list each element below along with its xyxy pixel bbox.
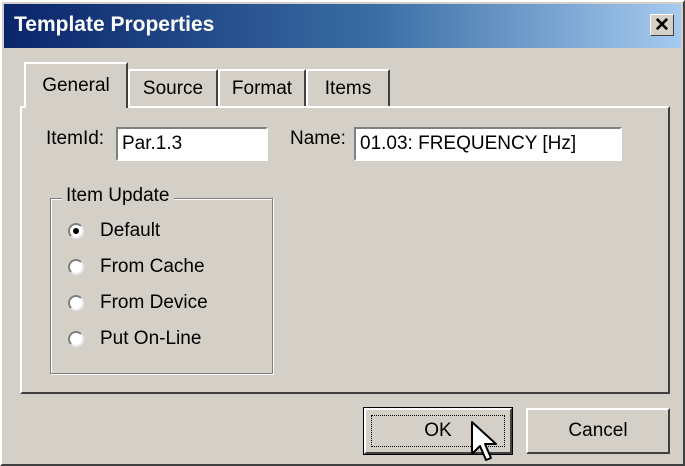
close-button[interactable]: ✕	[650, 14, 674, 36]
item-update-legend: Item Update	[62, 185, 174, 207]
tab-format[interactable]: Format	[218, 69, 306, 107]
radio-put-online[interactable]: Put On-Line	[68, 327, 201, 351]
close-icon: ✕	[654, 14, 670, 36]
tab-general[interactable]: General	[24, 62, 128, 108]
tab-format-label: Format	[231, 78, 293, 99]
radio-from-cache-label: From Cache	[100, 256, 205, 277]
cancel-button-label: Cancel	[568, 420, 628, 441]
tab-items[interactable]: Items	[306, 69, 390, 107]
radio-unselected-icon	[68, 295, 84, 311]
radio-from-device-label: From Device	[100, 292, 208, 313]
radio-selected-icon	[68, 223, 84, 239]
tab-general-label: General	[42, 75, 110, 96]
radio-put-online-label: Put On-Line	[100, 328, 202, 349]
radio-default[interactable]: Default	[68, 219, 160, 243]
name-field[interactable]: 01.03: FREQUENCY [Hz]	[354, 127, 622, 161]
window-title: Template Properties	[14, 13, 215, 36]
tab-source[interactable]: Source	[128, 69, 218, 107]
radio-unselected-icon	[68, 259, 84, 275]
radio-default-label: Default	[100, 220, 161, 241]
radio-unselected-icon	[68, 331, 84, 347]
template-properties-dialog: Template Properties ✕ General Source For…	[0, 0, 685, 466]
radio-from-device[interactable]: From Device	[68, 291, 208, 315]
tab-source-label: Source	[142, 78, 204, 99]
mouse-pointer-icon	[471, 421, 497, 461]
radio-from-cache[interactable]: From Cache	[68, 255, 205, 279]
tab-items-label: Items	[324, 78, 372, 99]
itemid-label: ItemId:	[46, 128, 105, 149]
name-label: Name:	[290, 128, 346, 149]
title-bar[interactable]: Template Properties ✕	[4, 4, 681, 48]
cancel-button[interactable]: Cancel	[526, 408, 670, 454]
itemid-field[interactable]: Par.1.3	[116, 127, 268, 161]
